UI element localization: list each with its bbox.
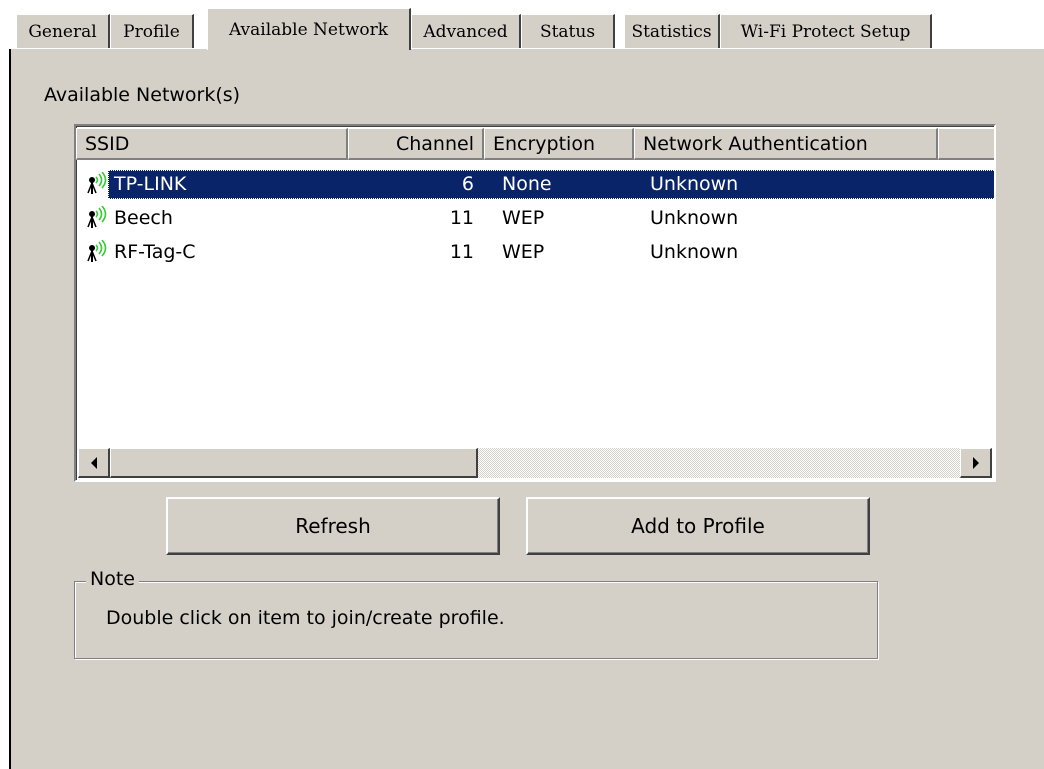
- tab-available-network-label: Available Network: [228, 19, 389, 40]
- tab-status-label: Status: [539, 21, 596, 42]
- tab-profile-label: Profile: [123, 21, 180, 42]
- column-header-channel[interactable]: Channel: [348, 128, 484, 160]
- tab-status[interactable]: Status: [521, 14, 615, 48]
- column-header-encryption[interactable]: Encryption: [484, 128, 634, 160]
- tab-statistics[interactable]: Statistics: [624, 14, 720, 48]
- wifi-signal-icon: [87, 240, 107, 262]
- tab-advanced-label: Advanced: [423, 21, 508, 42]
- add-to-profile-button[interactable]: Add to Profile: [526, 497, 870, 555]
- scroll-left-button[interactable]: [78, 448, 110, 478]
- tab-advanced[interactable]: Advanced: [411, 14, 521, 48]
- tab-available-network[interactable]: Available Network: [207, 8, 411, 52]
- cell-ssid: RF-Tag-C: [114, 241, 196, 263]
- scroll-thumb[interactable]: [110, 448, 478, 478]
- row-selection-highlight: [108, 170, 994, 199]
- cell-encryption: WEP: [502, 241, 545, 263]
- network-list[interactable]: SSID Channel Encryption Network Authenti…: [74, 124, 996, 482]
- arrow-right-icon: [972, 456, 979, 469]
- tab-general-label: General: [28, 21, 97, 42]
- cell-channel: 11: [449, 241, 474, 263]
- cell-ssid: TP-LINK: [114, 173, 187, 195]
- cell-encryption: None: [502, 173, 552, 195]
- cell-encryption: WEP: [502, 207, 545, 229]
- tab-profile[interactable]: Profile: [110, 14, 194, 48]
- column-header-network-authentication[interactable]: Network Authentication: [634, 128, 938, 160]
- cell-network-authentication: Unknown: [650, 207, 739, 229]
- note-text: Double click on item to join/create prof…: [106, 607, 505, 629]
- column-header-ssid[interactable]: SSID: [76, 128, 348, 160]
- refresh-button[interactable]: Refresh: [166, 497, 500, 555]
- column-header-filler: [938, 128, 994, 160]
- cell-network-authentication: Unknown: [650, 241, 739, 263]
- tab-strip: General Profile Available Network Advanc…: [0, 0, 1044, 52]
- tab-general[interactable]: General: [16, 14, 110, 48]
- available-networks-label: Available Network(s): [44, 84, 241, 106]
- wifi-signal-icon: [87, 206, 107, 228]
- table-row[interactable]: RF-Tag-C 11 WEP Unknown: [86, 236, 994, 269]
- tab-wifi-protect-setup-label: Wi-Fi Protect Setup: [740, 21, 911, 42]
- table-row[interactable]: Beech 11 WEP Unknown: [86, 202, 994, 235]
- tab-statistics-label: Statistics: [631, 21, 712, 42]
- table-row[interactable]: TP-LINK 6 None Unknown: [86, 168, 994, 201]
- tab-wifi-protect-setup[interactable]: Wi-Fi Protect Setup: [720, 14, 932, 48]
- scroll-right-button[interactable]: [960, 448, 992, 478]
- note-legend: Note: [86, 568, 139, 590]
- cell-ssid: Beech: [114, 207, 173, 229]
- horizontal-scrollbar[interactable]: [78, 448, 992, 478]
- cell-channel: 11: [449, 207, 474, 229]
- cell-channel: 6: [461, 173, 474, 195]
- arrow-left-icon: [90, 456, 97, 469]
- wifi-signal-icon: [87, 172, 107, 194]
- cell-network-authentication: Unknown: [650, 173, 739, 195]
